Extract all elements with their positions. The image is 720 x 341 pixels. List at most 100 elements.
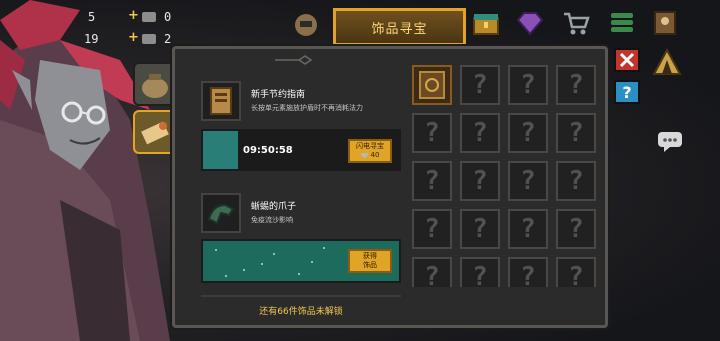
chat-icon[interactable] — [656, 130, 684, 154]
close-button[interactable] — [614, 48, 640, 72]
resource-count: 0 — [164, 10, 172, 24]
accessory-cell-locked[interactable]: ? — [508, 65, 548, 105]
accessory-cell-locked[interactable]: ? — [460, 113, 500, 153]
accessory-cell-locked[interactable]: ? — [556, 209, 596, 249]
question-mark-icon: ? — [424, 262, 440, 287]
bag-slot[interactable] — [133, 62, 177, 106]
question-mark-icon: ? — [424, 118, 440, 148]
question-mark-icon: ? — [568, 118, 584, 148]
help-icon: ? — [622, 82, 632, 102]
sparkle — [215, 249, 217, 251]
accessory-cell-owned[interactable] — [412, 65, 452, 105]
sparkle — [273, 253, 275, 255]
treasure-chest-icon[interactable] — [472, 10, 500, 36]
question-mark-icon: ? — [520, 166, 536, 196]
accessory-cell-locked[interactable]: ? — [508, 161, 548, 201]
question-mark-icon: ? — [520, 70, 536, 100]
item-name: 新手节约指南 — [251, 90, 306, 100]
accessory-cell-locked[interactable]: ? — [412, 113, 452, 153]
flash-hunt-label: 闪电寻宝 — [356, 142, 384, 150]
obtain-accessory-bar: 获得 饰品 — [201, 239, 401, 283]
accessory-cell-locked[interactable]: ? — [556, 257, 596, 287]
timer-countdown: 09:50:58 — [243, 145, 293, 156]
item-description: 免疫流沙影响 — [251, 216, 293, 224]
sparkle — [261, 263, 263, 265]
accessory-cell-locked[interactable]: ? — [556, 161, 596, 201]
camp-tent-icon[interactable] — [652, 48, 682, 76]
accessory-cell-locked[interactable]: ? — [460, 65, 500, 105]
accessory-grid: ??????????????????? — [412, 65, 604, 287]
item-icon-frame — [201, 81, 241, 121]
obtain-label-line2: 饰品 — [363, 261, 377, 269]
sparkle — [298, 273, 300, 275]
question-mark-icon: ? — [472, 70, 488, 100]
plus-icon: + — [128, 8, 139, 23]
stack-icon[interactable] — [608, 10, 636, 36]
accessory-cell-locked[interactable]: ? — [508, 209, 548, 249]
gem-cost: 40 — [360, 151, 380, 160]
unlock-note: 还有66件饰品未解锁 — [259, 307, 343, 317]
lizard-claw-icon — [207, 203, 235, 225]
question-mark-icon: ? — [568, 166, 584, 196]
scroll-icon — [141, 121, 169, 145]
sparkle — [311, 261, 313, 263]
material-icon — [142, 12, 156, 22]
gem-icon — [360, 152, 369, 159]
divider — [201, 295, 401, 297]
accessory-cell-locked[interactable]: ? — [460, 161, 500, 201]
tab-label: 饰品寻宝 — [371, 21, 428, 37]
question-mark-icon: ? — [568, 262, 584, 287]
accessory-cell-locked[interactable]: ? — [556, 113, 596, 153]
scroll-book-icon — [210, 87, 232, 115]
material-icon — [142, 34, 156, 44]
question-mark-icon: ? — [568, 214, 584, 244]
accessory-cell-locked[interactable]: ? — [412, 161, 452, 201]
accessory-cell-locked[interactable]: ? — [412, 257, 452, 287]
obtain-accessory-button[interactable]: 获得 饰品 — [348, 249, 392, 273]
question-mark-icon: ? — [520, 118, 536, 148]
question-mark-icon: ? — [520, 214, 536, 244]
resource-count: 5 — [88, 10, 96, 24]
question-mark-icon: ? — [472, 166, 488, 196]
close-icon — [619, 52, 635, 68]
item-description: 长按单元素施放护盾时不再消耗法力 — [251, 104, 363, 112]
question-mark-icon: ? — [472, 214, 488, 244]
obtain-label-line1: 获得 — [363, 252, 377, 260]
gem-icon[interactable] — [516, 10, 544, 36]
item-name: 蜥蜴的爪子 — [251, 202, 297, 212]
scroll-book-icon — [419, 71, 445, 99]
accessory-cell-locked[interactable]: ? — [508, 113, 548, 153]
question-mark-icon: ? — [424, 214, 440, 244]
resource-bar: 5 19 + 0 + 2 — [0, 0, 330, 48]
question-mark-icon: ? — [568, 70, 584, 100]
tab-accessory-hunt[interactable]: 饰品寻宝 — [333, 8, 466, 46]
sparkle — [323, 247, 325, 249]
accessory-slot[interactable] — [133, 110, 177, 154]
plus-icon: + — [128, 30, 139, 45]
accessory-cell-locked[interactable]: ? — [412, 209, 452, 249]
hunt-timer-bar: 09:50:58 闪电寻宝 40 — [201, 129, 401, 171]
accessory-cell-locked[interactable]: ? — [556, 65, 596, 105]
gem-cost-value: 40 — [370, 151, 380, 159]
help-button[interactable]: ? — [614, 80, 640, 104]
accessory-cell-locked[interactable]: ? — [508, 257, 548, 287]
flash-hunt-button[interactable]: 闪电寻宝 40 — [348, 139, 392, 163]
resource-count: 2 — [164, 32, 172, 46]
accessory-cell-locked[interactable]: ? — [460, 209, 500, 249]
timer-progress-fill — [203, 131, 239, 169]
obtain-label: 获得 饰品 — [363, 252, 377, 270]
resource-count: 19 — [84, 32, 99, 46]
question-mark-icon: ? — [472, 118, 488, 148]
panel-ornament — [275, 55, 313, 65]
character-head-icon — [295, 14, 317, 36]
question-mark-icon: ? — [424, 166, 440, 196]
character-icon[interactable] — [652, 10, 678, 36]
item-icon-frame — [201, 193, 241, 233]
shopping-cart-icon[interactable] — [562, 10, 590, 36]
sparkle — [225, 275, 227, 277]
question-mark-icon: ? — [520, 262, 536, 287]
accessory-cell-locked[interactable]: ? — [460, 257, 500, 287]
sparkle — [243, 269, 245, 271]
question-mark-icon: ? — [472, 262, 488, 287]
pouch-icon — [142, 74, 168, 98]
